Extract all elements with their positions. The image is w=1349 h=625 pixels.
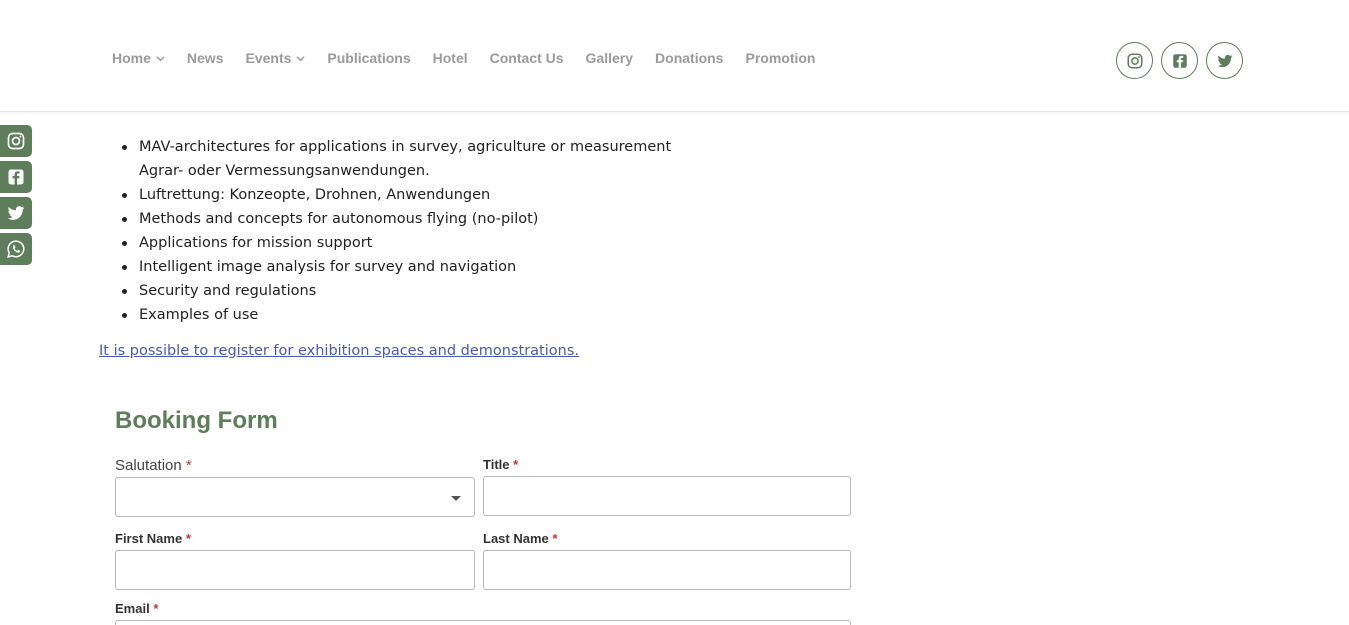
nav-item-label: Contact Us <box>489 50 564 66</box>
last-name-label: Last Name * <box>483 531 557 546</box>
nav-item-label: Publications <box>327 50 411 66</box>
chevron-down-icon <box>296 55 306 61</box>
header-social-links <box>1116 42 1251 79</box>
list-item-text: Applications for mission support <box>139 235 373 251</box>
list-item: Intelligent image analysis for survey an… <box>122 255 859 279</box>
first-name-input[interactable] <box>115 550 475 590</box>
list-item: Applications for mission support <box>122 231 859 255</box>
salutation-label: Salutation * <box>115 457 192 474</box>
list-item-text: MAV-architectures for applications in su… <box>139 139 672 155</box>
nav-item-label: Donations <box>655 50 724 66</box>
side-instagram-button[interactable] <box>0 125 32 157</box>
email-input[interactable] <box>115 620 851 625</box>
title-input[interactable] <box>483 476 851 516</box>
nav-item-gallery[interactable]: Gallery <box>586 50 633 66</box>
list-item-text: Examples of use <box>139 307 259 323</box>
side-twitter-button[interactable] <box>0 197 32 229</box>
list-item: Security and regulations <box>122 279 859 303</box>
required-mark: * <box>185 457 192 474</box>
nav-item-label: News <box>186 50 224 66</box>
last-name-input[interactable] <box>483 550 851 590</box>
chevron-down-icon <box>156 55 165 61</box>
nav-item-label: Events <box>245 50 292 66</box>
email-label-text: Email <box>115 601 150 616</box>
nav-item-donations[interactable]: Donations <box>655 50 723 66</box>
nav-item-label: Hotel <box>432 50 468 66</box>
salutation-label-text: Salutation <box>115 457 182 474</box>
email-label: Email * <box>115 601 158 616</box>
title-label-text: Title <box>483 457 510 472</box>
nav-item-promotion[interactable]: Promotion <box>745 50 815 66</box>
required-mark: * <box>185 531 191 546</box>
nav-item-hotel[interactable]: Hotel <box>433 50 468 66</box>
nav-item-contact-us[interactable]: Contact Us <box>490 50 564 66</box>
instagram-icon <box>7 132 25 150</box>
main-nav: Home News Events Publications Hotel Cont… <box>112 50 837 66</box>
site-header: Home News Events Publications Hotel Cont… <box>0 0 1349 112</box>
required-mark: * <box>513 457 519 472</box>
topics-list: MAV-architectures for applications in su… <box>122 135 859 327</box>
salutation-select[interactable] <box>115 477 475 517</box>
list-item-text: Security and regulations <box>139 283 317 299</box>
side-social-bar <box>0 125 32 269</box>
instagram-icon <box>1127 53 1142 68</box>
list-item: MAV-architectures for applications in su… <box>122 135 859 183</box>
required-mark: * <box>552 531 558 546</box>
instagram-link[interactable] <box>1116 42 1153 79</box>
nav-item-label: Promotion <box>745 50 816 66</box>
list-item-text: Intelligent image analysis for survey an… <box>139 259 517 275</box>
facebook-icon <box>8 169 24 185</box>
booking-form-title: Booking Form <box>115 407 278 434</box>
list-item: Methods and concepts for autonomous flyi… <box>122 207 859 231</box>
required-mark: * <box>153 601 159 616</box>
nav-item-label: Gallery <box>585 50 634 66</box>
nav-item-news[interactable]: News <box>187 50 224 66</box>
list-item-subtext: Agrar- oder Vermessungsanwendungen. <box>139 163 430 179</box>
register-exhibition-link[interactable]: It is possible to register for exhibitio… <box>99 343 579 359</box>
side-whatsapp-button[interactable] <box>0 233 32 265</box>
side-facebook-button[interactable] <box>0 161 32 193</box>
nav-item-events[interactable]: Events <box>245 50 306 66</box>
nav-item-home[interactable]: Home <box>112 50 165 66</box>
first-name-label-text: First Name <box>115 531 183 546</box>
list-item: Luftrettung: Konzeopte, Drohnen, Anwendu… <box>122 183 859 207</box>
first-name-label: First Name * <box>115 531 191 546</box>
list-item: Examples of use <box>122 303 859 327</box>
list-item-text: Luftrettung: Konzeopte, Drohnen, Anwendu… <box>139 187 491 203</box>
twitter-icon <box>1217 54 1232 67</box>
title-label: Title * <box>483 457 518 472</box>
last-name-label-text: Last Name <box>483 531 549 546</box>
nav-item-label: Home <box>112 50 151 66</box>
facebook-link[interactable] <box>1161 42 1198 79</box>
nav-item-publications[interactable]: Publications <box>327 50 410 66</box>
twitter-icon <box>7 206 25 220</box>
whatsapp-icon <box>7 240 25 258</box>
list-item-text: Methods and concepts for autonomous flyi… <box>139 211 539 227</box>
twitter-link[interactable] <box>1206 42 1243 79</box>
facebook-icon <box>1172 53 1187 68</box>
dropdown-caret-icon <box>451 496 461 501</box>
